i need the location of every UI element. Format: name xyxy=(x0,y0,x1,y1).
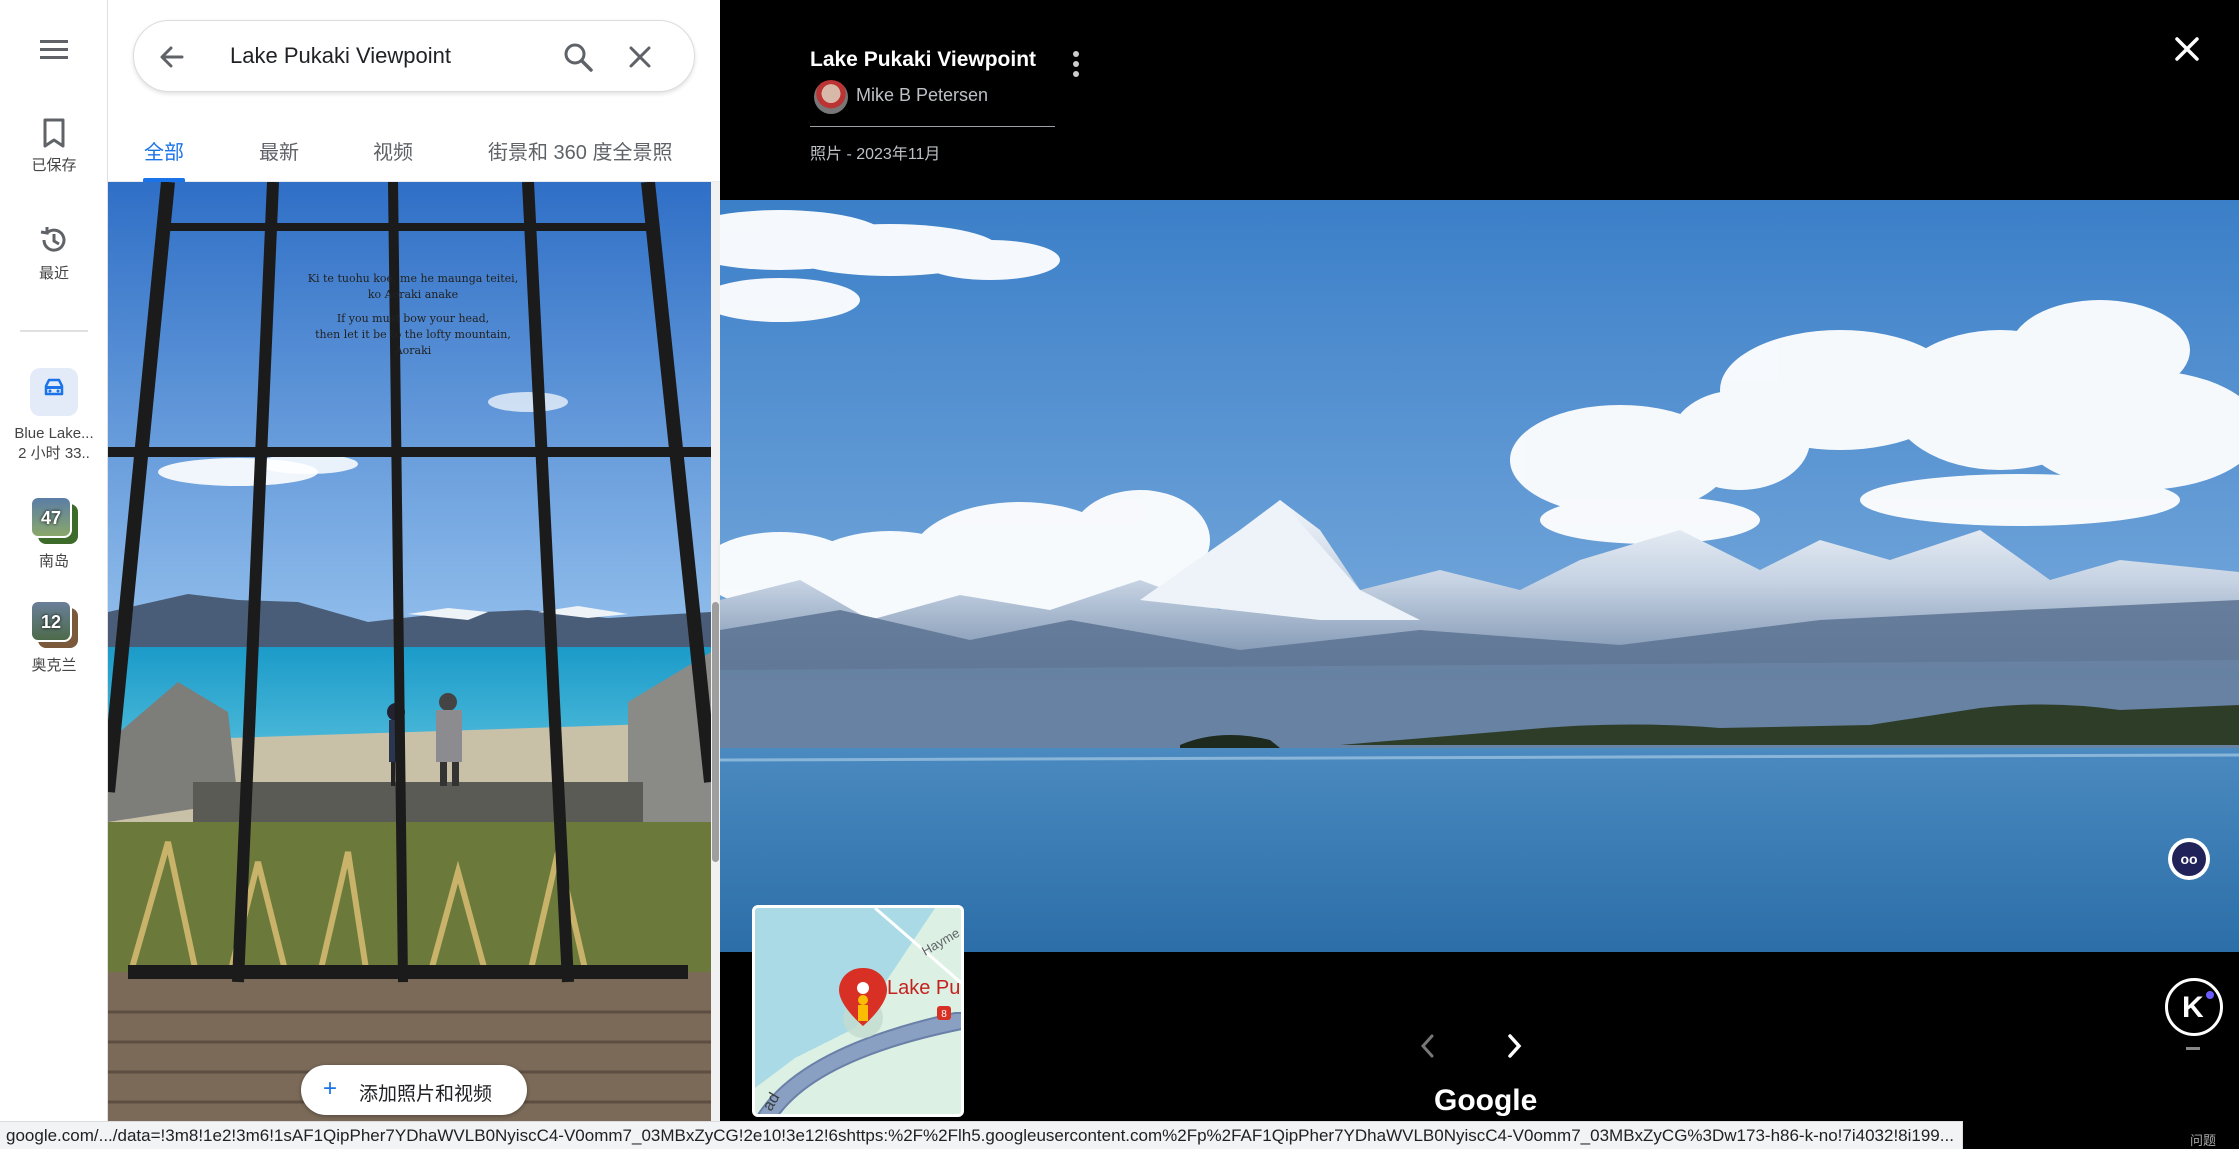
extension-minimize-icon[interactable] xyxy=(2186,1047,2200,1050)
photo-tile[interactable]: Ki te tuohu koe, me he maunga teitei, ko… xyxy=(108,182,711,1122)
scrollbar-thumb[interactable] xyxy=(712,602,719,862)
recent-item-auckland[interactable]: 12 奥克兰 xyxy=(0,600,108,676)
avatar[interactable] xyxy=(814,80,848,114)
collection-count: 12 xyxy=(30,600,72,642)
header-divider xyxy=(810,126,1055,127)
mini-map-image: 8 Lake Puk Hayme ad xyxy=(755,908,964,1114)
panel-scrollbar[interactable] xyxy=(711,182,720,1122)
tab-street-view[interactable]: 街景和 360 度全景照 xyxy=(488,136,672,165)
search-input[interactable]: Lake Pukaki Viewpoint xyxy=(230,43,451,69)
inscription-line: If you must bow your head, xyxy=(337,312,489,325)
recent-item-label: 奥克兰 xyxy=(31,657,77,674)
mini-map-place-label: Lake Puk xyxy=(887,977,964,999)
tab-all[interactable]: 全部 xyxy=(144,136,184,165)
extension-eyes-glyph: oo xyxy=(2172,842,2206,876)
menu-button[interactable] xyxy=(0,38,108,68)
help-link[interactable]: 问题 xyxy=(2190,1130,2216,1149)
extension-k-glyph: K xyxy=(2182,991,2204,1024)
saved-button[interactable]: 已保存 xyxy=(0,118,108,176)
collection-count: 47 xyxy=(30,496,72,538)
recent-button[interactable]: 最近 xyxy=(0,224,108,284)
recent-label: 最近 xyxy=(38,265,69,282)
recent-item-south-island[interactable]: 47 南岛 xyxy=(0,496,108,572)
back-arrow-icon[interactable] xyxy=(158,43,186,71)
left-rail: 已保存 最近 Blue Lake... 2 小时 33.. 47 南岛 12 奥… xyxy=(0,0,108,1149)
main-photo[interactable] xyxy=(720,200,2239,952)
viewer-title[interactable]: Lake Pukaki Viewpoint xyxy=(810,48,1036,72)
google-logo: Google xyxy=(1434,1084,1538,1117)
main-photo-image xyxy=(720,200,2239,952)
search-box[interactable]: Lake Pukaki Viewpoint xyxy=(133,20,695,92)
extension-k-icon[interactable]: K xyxy=(2165,978,2223,1036)
menu-icon xyxy=(40,40,68,59)
mini-map[interactable]: 8 Lake Puk Hayme ad xyxy=(752,905,964,1117)
photos-panel: Lake Pukaki Viewpoint 全部 最新 视频 街景和 360 度… xyxy=(108,0,720,1149)
recent-item-label: 南岛 xyxy=(38,553,69,570)
extension-eyes-icon[interactable]: oo xyxy=(2168,838,2210,880)
chevron-left-icon[interactable] xyxy=(1420,1033,1436,1059)
history-icon xyxy=(40,227,66,252)
add-photos-button[interactable]: + 添加照片和视频 xyxy=(301,1065,527,1115)
browser-status-url: google.com/.../data=!3m8!1e2!3m6!1sAF1Qi… xyxy=(0,1121,1963,1149)
tab-videos[interactable]: 视频 xyxy=(373,136,413,165)
inscription-line: Ki te tuohu koe, me he maunga teitei, xyxy=(308,272,518,285)
bookmark-icon xyxy=(43,118,65,148)
plus-icon: + xyxy=(323,1075,338,1102)
inscription-line: Aoraki xyxy=(394,344,432,357)
photo-tabs: 全部 最新 视频 街景和 360 度全景照 xyxy=(108,120,720,182)
highway-shield: 8 xyxy=(941,1009,947,1020)
search-icon[interactable] xyxy=(562,41,594,73)
photo-viewer: Lake Pukaki Viewpoint Mike B Petersen 照片… xyxy=(720,0,2239,1149)
inscription-line: then let it be to the lofty mountain, xyxy=(315,328,511,341)
recent-item-label: Blue Lake... xyxy=(14,425,94,442)
chevron-right-icon[interactable] xyxy=(1506,1033,1522,1059)
saved-label: 已保存 xyxy=(31,157,77,174)
add-photos-label: 添加照片和视频 xyxy=(359,1084,493,1105)
inscription-line: ko Aoraki anake xyxy=(368,288,458,301)
recent-item-blue-lake[interactable]: Blue Lake... 2 小时 33.. xyxy=(0,368,108,464)
rail-divider xyxy=(20,330,88,332)
collection-thumbnail: 12 xyxy=(30,600,78,648)
close-icon[interactable] xyxy=(626,43,654,71)
photo-meta: 照片 - 2023年11月 xyxy=(810,146,941,163)
collection-thumbnail: 47 xyxy=(30,496,78,544)
tab-latest[interactable]: 最新 xyxy=(259,136,299,165)
more-vert-icon[interactable] xyxy=(1070,50,1082,78)
maps-window: 已保存 最近 Blue Lake... 2 小时 33.. 47 南岛 12 奥… xyxy=(0,0,2239,1149)
recent-item-sublabel: 2 小时 33.. xyxy=(18,445,90,462)
close-icon[interactable] xyxy=(2174,36,2200,62)
photo-tile-image: Ki te tuohu koe, me he maunga teitei, ko… xyxy=(108,182,711,1122)
car-icon xyxy=(30,368,78,416)
author-name[interactable]: Mike B Petersen xyxy=(856,85,988,106)
